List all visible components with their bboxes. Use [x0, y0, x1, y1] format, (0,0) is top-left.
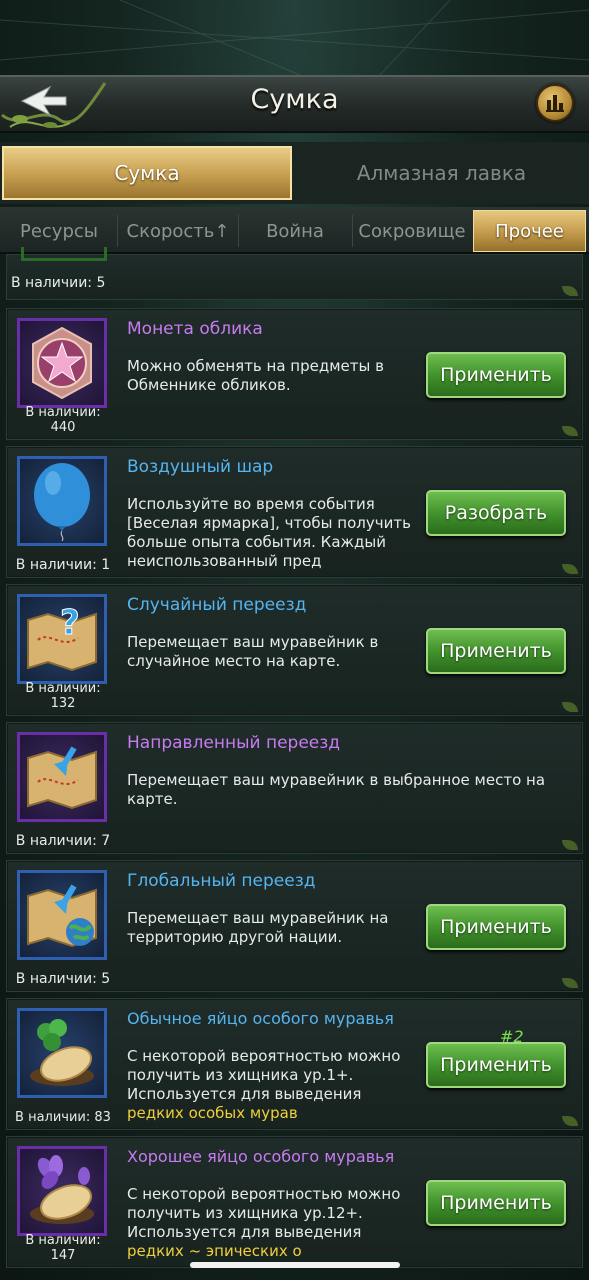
description-text: С некоторой вероятностью можно получить …: [127, 1185, 401, 1241]
bar-chart-icon: [546, 95, 564, 112]
item-description: С некоторой вероятностью можно получить …: [127, 1047, 419, 1123]
item-name: Обычное яйцо особого муравья: [127, 1009, 394, 1028]
home-indicator[interactable]: [190, 1262, 400, 1268]
balloon-icon: [34, 463, 90, 541]
tab-treasure[interactable]: Сокровище: [354, 210, 470, 252]
leaf-decoration: [562, 702, 578, 712]
list-item: В наличии: 1 Воздушный шар Используйте в…: [6, 446, 583, 578]
description-highlight: редких ~ эпических о: [127, 1242, 302, 1260]
flower-egg-icon: [30, 1155, 94, 1224]
description-text: С некоторой вероятностью можно получить …: [127, 1047, 401, 1103]
item-icon-frame: [17, 456, 107, 546]
item-name: Хорошее яйцо особого муравья: [127, 1147, 395, 1166]
list-item: В наличии: 83 Обычное яйцо особого мурав…: [6, 998, 583, 1130]
skin-coin-icon: [32, 326, 92, 400]
leaf-decoration: [562, 426, 578, 436]
tab-other[interactable]: Прочее: [473, 210, 586, 252]
list-item: В наличии: 7 Направленный переезд Переме…: [6, 722, 583, 854]
apply-button[interactable]: Применить: [426, 904, 566, 950]
leaf-decoration: [562, 286, 578, 296]
item-quantity: В наличии: 5: [11, 275, 106, 291]
svg-text:?: ?: [60, 603, 80, 643]
item-quantity: В наличии: 7: [15, 833, 111, 849]
apply-button[interactable]: Применить: [426, 352, 566, 398]
apply-button[interactable]: Применить: [426, 628, 566, 674]
item-description: Можно обменять на предметы в Обменнике о…: [127, 357, 384, 394]
targeted-relocate-map-icon: [27, 746, 97, 810]
item-quantity: В наличии: 5: [15, 971, 111, 987]
tab-diamond-shop[interactable]: Алмазная лавка: [296, 146, 587, 200]
leaf-decoration: [562, 978, 578, 988]
leaf-decoration: [562, 564, 578, 574]
list-item-partial: В наличии: 5: [6, 247, 583, 300]
leaf-decoration: [562, 1116, 578, 1126]
item-name: Направленный переезд: [127, 733, 341, 753]
item-description: Перемещает ваш муравейник на территорию …: [127, 909, 389, 946]
item-icon-frame: [17, 1008, 107, 1098]
list-item: ? В наличии: 132 Случайный переезд Перем…: [6, 584, 583, 716]
global-relocate-map-icon: [27, 884, 97, 948]
item-name: Глобальный переезд: [127, 871, 316, 891]
tab-divider: [238, 215, 239, 247]
item-name: Монета облика: [127, 319, 263, 339]
item-icon-frame: [17, 1146, 107, 1236]
item-icon-frame: ?: [17, 594, 107, 684]
tab-bag[interactable]: Сумка: [2, 146, 292, 200]
list-item: В наличии: 147 Хорошее яйцо особого мура…: [6, 1136, 583, 1268]
item-quantity: В наличии: 83: [15, 1110, 111, 1125]
item-quantity: В наличии: 147: [25, 1233, 101, 1263]
apply-button[interactable]: Применить: [426, 1042, 566, 1088]
item-description: Перемещает ваш муравейник в выбранное ме…: [127, 771, 546, 808]
clover-egg-icon: [30, 1019, 94, 1086]
item-name: Воздушный шар: [127, 457, 274, 477]
item-icon-frame: [21, 247, 107, 261]
item-icon-frame: [17, 318, 107, 408]
description-highlight: редких особых мурав: [127, 1104, 298, 1122]
item-description: С некоторой вероятностью можно получить …: [127, 1185, 419, 1261]
list-item: В наличии: 5 Глобальный переезд Перемеща…: [6, 860, 583, 992]
page-title: Сумка: [250, 84, 339, 115]
item-description: Перемещает ваш муравейник в случайное ме…: [127, 633, 379, 670]
item-name: Случайный переезд: [127, 595, 307, 615]
item-description: Используйте во время события [Веселая яр…: [127, 495, 411, 570]
tab-resources[interactable]: Ресурсы: [4, 210, 114, 252]
ranking-button[interactable]: [536, 84, 574, 122]
disassemble-button[interactable]: Разобрать: [426, 490, 566, 536]
random-relocate-map-icon: ?: [27, 603, 97, 672]
apply-button[interactable]: Применить: [426, 1180, 566, 1226]
tab-divider: [117, 215, 118, 247]
item-quantity: В наличии: 440: [25, 405, 101, 435]
item-quantity: В наличии: 132: [25, 681, 101, 711]
tab-divider: [352, 215, 353, 247]
tab-war[interactable]: Война: [240, 210, 350, 252]
background-web-lines: [0, 0, 589, 75]
item-icon-frame: [17, 870, 107, 960]
list-item: В наличии: 440 Монета облика Можно обмен…: [6, 308, 583, 440]
tab-speed[interactable]: Скорость↑: [120, 210, 236, 252]
item-icon-frame: [17, 732, 107, 822]
leaf-decoration: [562, 840, 578, 850]
item-quantity: В наличии: 1: [15, 557, 111, 573]
